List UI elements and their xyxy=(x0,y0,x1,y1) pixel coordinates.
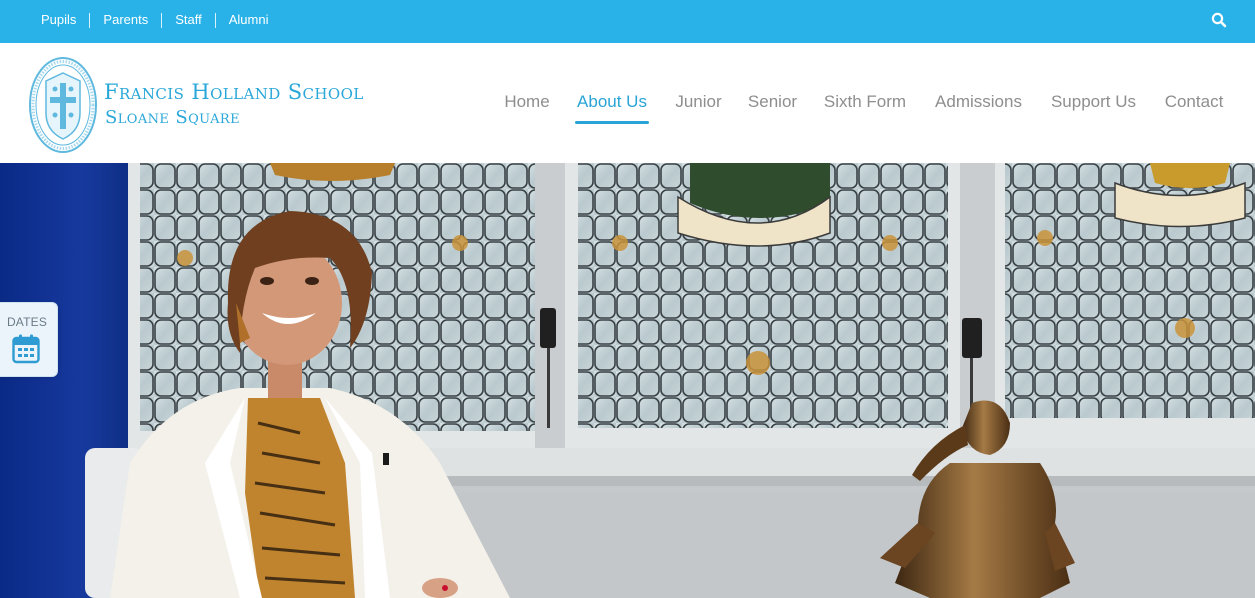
dates-label: DATES xyxy=(6,315,48,329)
nav-label: Admissions xyxy=(935,92,1022,111)
nav-label: Contact xyxy=(1164,92,1224,111)
calendar-icon xyxy=(12,334,40,364)
utility-links: Pupils Parents Staff Alumni xyxy=(41,12,269,28)
utility-divider xyxy=(161,12,163,28)
dates-tab[interactable]: DATES xyxy=(0,302,58,377)
nav-label: Junior xyxy=(675,92,722,111)
nav-admissions[interactable]: Admissions xyxy=(932,91,1025,125)
main-navigation: Home About Us Junior Senior Sixth Form A… xyxy=(0,91,1255,131)
nav-contact[interactable]: Contact xyxy=(1162,91,1226,125)
nav-home[interactable]: Home xyxy=(502,91,552,125)
site-header: Francis Holland School Sloane Square Hom… xyxy=(0,43,1255,163)
top-utility-bar: Pupils Parents Staff Alumni xyxy=(0,0,1255,43)
nav-label: Senior xyxy=(747,92,798,111)
hero-image xyxy=(0,163,1255,598)
nav-label: About Us xyxy=(577,92,647,111)
nav-label: Sixth Form xyxy=(823,92,907,111)
utility-link-staff[interactable]: Staff xyxy=(175,12,202,28)
nav-label: Home xyxy=(504,92,550,111)
nav-sixth-form[interactable]: Sixth Form xyxy=(821,91,909,125)
nav-about-us[interactable]: About Us xyxy=(575,91,649,125)
nav-support-us[interactable]: Support Us xyxy=(1048,91,1139,125)
utility-link-pupils[interactable]: Pupils xyxy=(41,12,76,28)
utility-link-parents[interactable]: Parents xyxy=(103,12,148,28)
nav-senior[interactable]: Senior xyxy=(747,91,798,125)
nav-junior[interactable]: Junior xyxy=(673,91,724,125)
utility-divider xyxy=(89,12,91,28)
utility-divider xyxy=(214,12,216,28)
search-icon[interactable] xyxy=(1211,12,1227,28)
nav-label: Support Us xyxy=(1050,92,1137,111)
active-nav-indicator xyxy=(575,121,649,124)
utility-link-alumni[interactable]: Alumni xyxy=(229,12,269,28)
